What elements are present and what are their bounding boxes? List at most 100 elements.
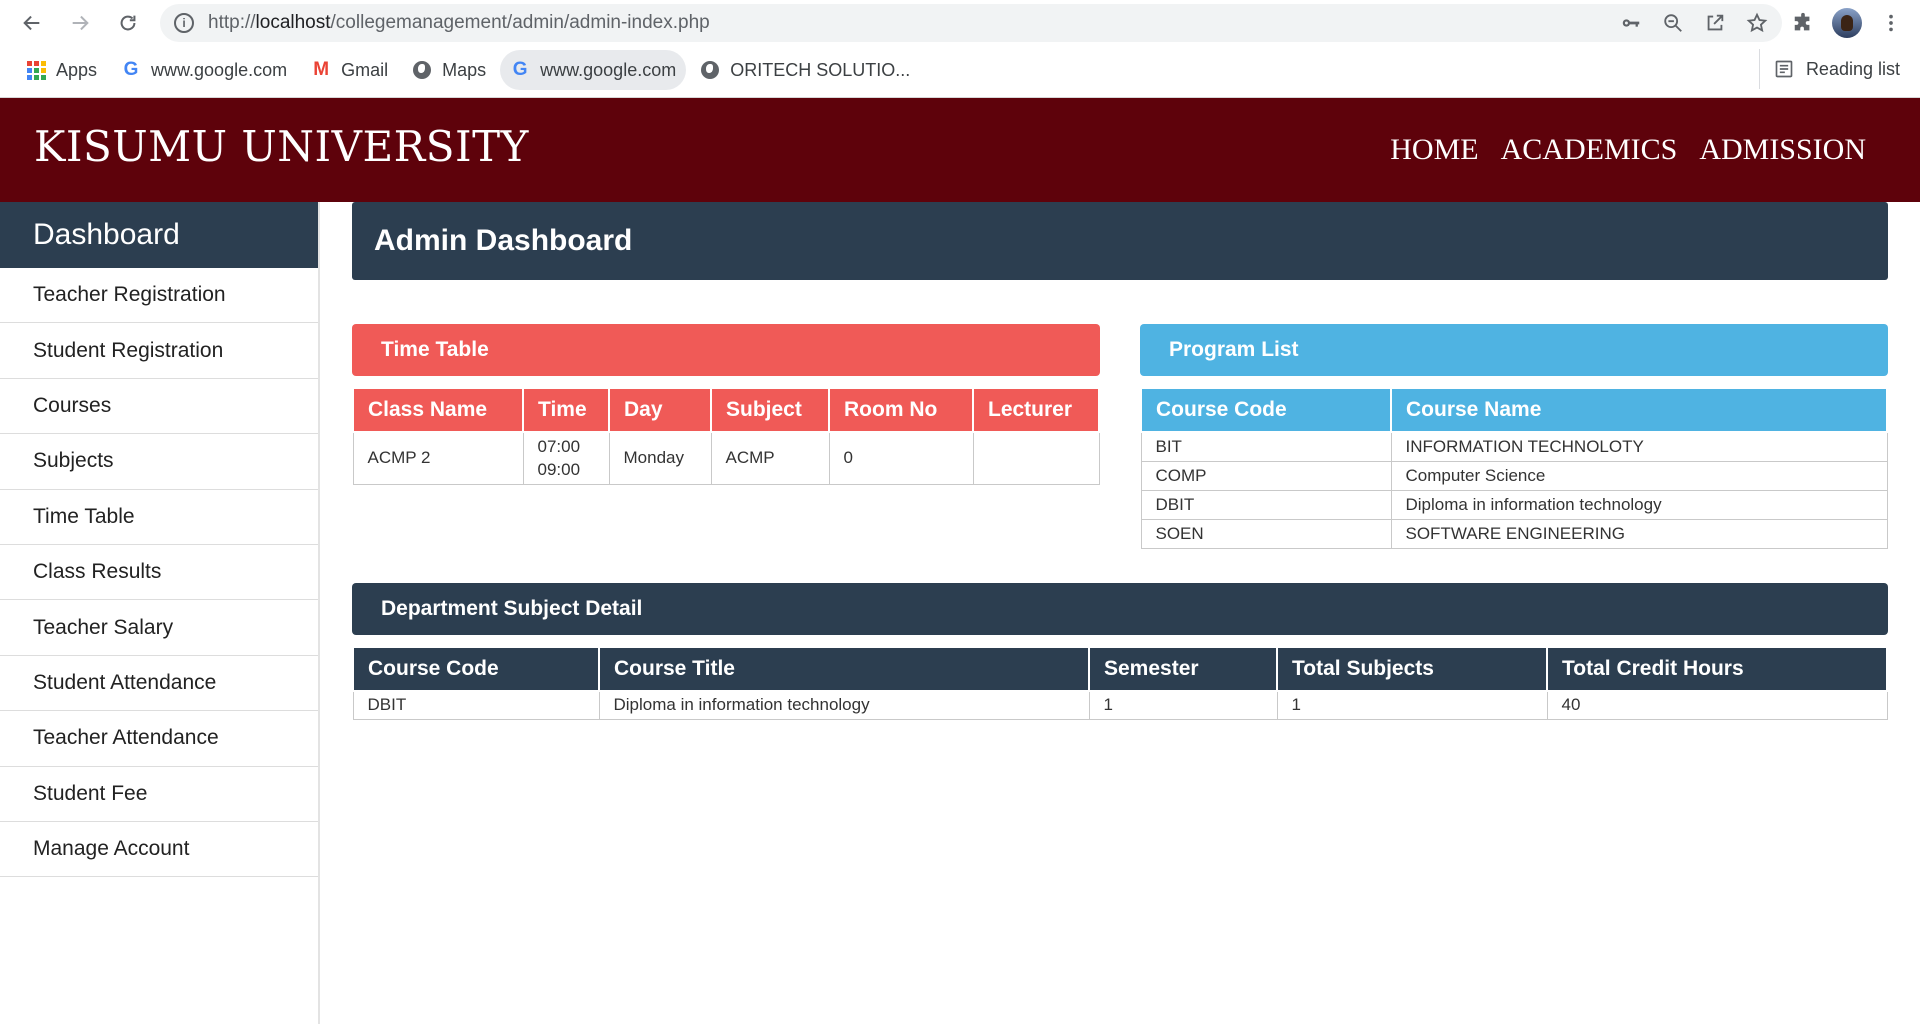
cell-course-title: Diploma in information technology xyxy=(598,690,1090,720)
site-nav: HOME ACADEMICS ADMISSION xyxy=(1390,133,1866,167)
bookmark-maps[interactable]: Maps xyxy=(402,50,496,90)
menu-dots-icon[interactable] xyxy=(1880,12,1902,34)
star-icon[interactable] xyxy=(1746,12,1768,34)
cell-course-name: SOFTWARE ENGINEERING xyxy=(1390,518,1888,549)
extensions-icon[interactable] xyxy=(1792,12,1814,34)
column-header: Lecturer xyxy=(972,387,1100,433)
cell-course-code: DBIT xyxy=(1140,489,1392,520)
column-header: Room No xyxy=(828,387,974,433)
sidebar-item-teacher-salary[interactable]: Teacher Salary xyxy=(0,600,318,656)
main-content: Admin Dashboard Time Table Class Name Ti… xyxy=(320,202,1920,1024)
program-list-panel: Program List Course Code Course Name BIT… xyxy=(1140,324,1888,549)
globe-icon xyxy=(700,60,720,80)
google-icon: G xyxy=(123,59,139,80)
sidebar-item-student-attendance[interactable]: Student Attendance xyxy=(0,656,318,712)
address-bar[interactable]: i http://localhost/collegemanagement/adm… xyxy=(160,3,1782,42)
sidebar: Dashboard Teacher Registration Student R… xyxy=(0,202,320,1024)
sidebar-menu: Teacher Registration Student Registratio… xyxy=(0,268,318,878)
timetable-table: Class Name Time Day Subject Room No Lect… xyxy=(352,387,1100,485)
table-row: ACMP 2 07:00 09:00 Monday ACMP 0 xyxy=(352,431,1100,485)
reload-button[interactable] xyxy=(108,3,148,43)
sidebar-item-manage-account[interactable]: Manage Account xyxy=(0,822,318,878)
cell-course-code: SOEN xyxy=(1140,518,1392,549)
cell-time: 07:00 09:00 xyxy=(522,431,610,485)
column-header: Course Code xyxy=(1140,387,1392,433)
program-list-table: Course Code Course Name BIT INFORMATION … xyxy=(1140,387,1888,549)
sidebar-item-class-results[interactable]: Class Results xyxy=(0,545,318,601)
bookmark-google[interactable]: G www.google.com xyxy=(111,50,297,90)
column-header: Class Name xyxy=(352,387,524,433)
globe-icon xyxy=(412,60,432,80)
cell-course-code: DBIT xyxy=(352,690,600,720)
nav-home-link[interactable]: HOME xyxy=(1390,133,1478,167)
bookmark-google-2[interactable]: G www.google.com xyxy=(500,50,687,90)
sidebar-item-courses[interactable]: Courses xyxy=(0,379,318,435)
sidebar-item-teacher-registration[interactable]: Teacher Registration xyxy=(0,268,318,324)
sidebar-title[interactable]: Dashboard xyxy=(0,202,318,268)
table-row: BIT INFORMATION TECHNOLOTY xyxy=(1140,431,1888,462)
table-row: COMP Computer Science xyxy=(1140,460,1888,491)
column-header: Total Subjects xyxy=(1276,645,1548,692)
table-row: SOEN SOFTWARE ENGINEERING xyxy=(1140,518,1888,549)
program-list-title: Program List xyxy=(1140,324,1888,376)
url-text[interactable]: http://localhost/collegemanagement/admin… xyxy=(208,12,1620,34)
apps-icon xyxy=(26,60,46,80)
timetable-title: Time Table xyxy=(352,324,1100,376)
timetable-panel: Time Table Class Name Time Day Subject R… xyxy=(352,324,1100,549)
site-header: KISUMU UNIVERSITY HOME ACADEMICS ADMISSI… xyxy=(0,98,1920,202)
cell-day: Monday xyxy=(608,431,712,485)
google-icon: G xyxy=(512,59,528,80)
cell-subject: ACMP xyxy=(710,431,830,485)
sidebar-item-student-fee[interactable]: Student Fee xyxy=(0,767,318,822)
bookmark-oritech[interactable]: ORITECH SOLUTIO... xyxy=(690,50,920,90)
column-header: Time xyxy=(522,387,610,433)
cell-total-subjects: 1 xyxy=(1276,690,1548,720)
sidebar-item-teacher-attendance[interactable]: Teacher Attendance xyxy=(0,711,318,767)
table-row: DBIT Diploma in information technology 1… xyxy=(352,690,1888,720)
column-header: Course Code xyxy=(352,645,600,692)
info-icon[interactable]: i xyxy=(174,12,194,33)
column-header: Day xyxy=(608,387,712,433)
key-icon[interactable] xyxy=(1620,12,1642,34)
profile-avatar[interactable] xyxy=(1832,7,1862,38)
browser-toolbar: i http://localhost/collegemanagement/adm… xyxy=(0,0,1920,45)
reload-icon xyxy=(120,15,136,30)
reading-list-icon xyxy=(1775,60,1793,78)
cell-room: 0 xyxy=(828,431,974,485)
browser-chrome: i http://localhost/collegemanagement/adm… xyxy=(0,0,1920,98)
cell-semester: 1 xyxy=(1088,690,1278,720)
cell-class-name: ACMP 2 xyxy=(352,431,524,485)
page-title: Admin Dashboard xyxy=(352,202,1888,280)
column-header: Course Name xyxy=(1390,387,1888,433)
arrow-left-icon xyxy=(23,15,40,30)
column-header: Course Title xyxy=(598,645,1090,692)
reading-list-button[interactable]: Reading list xyxy=(1758,49,1900,89)
cell-course-name: Computer Science xyxy=(1390,460,1888,491)
department-subject-panel: Department Subject Detail Course Code Co… xyxy=(352,582,1888,720)
site-title[interactable]: KISUMU UNIVERSITY xyxy=(34,122,529,171)
nav-academics-link[interactable]: ACADEMICS xyxy=(1501,133,1678,167)
sidebar-item-time-table[interactable]: Time Table xyxy=(0,490,318,545)
sidebar-item-subjects[interactable]: Subjects xyxy=(0,434,318,490)
cell-total-credit-hours: 40 xyxy=(1546,690,1888,720)
arrow-right-icon xyxy=(72,15,89,30)
nav-admission-link[interactable]: ADMISSION xyxy=(1699,133,1866,167)
cell-course-code: BIT xyxy=(1140,431,1392,462)
table-row: DBIT Diploma in information technology xyxy=(1140,489,1888,520)
cell-course-name: INFORMATION TECHNOLOTY xyxy=(1390,431,1888,462)
column-header: Subject xyxy=(710,387,830,433)
department-subject-table: Course Code Course Title Semester Total … xyxy=(352,645,1888,720)
back-button[interactable] xyxy=(12,3,52,43)
gmail-icon: M xyxy=(313,59,330,80)
cell-lecturer xyxy=(972,431,1100,485)
share-icon[interactable] xyxy=(1704,12,1726,34)
bookmark-gmail[interactable]: M Gmail xyxy=(301,50,398,90)
bookmark-apps[interactable]: Apps xyxy=(16,50,107,90)
zoom-out-icon[interactable] xyxy=(1662,12,1684,34)
forward-button[interactable] xyxy=(60,3,100,43)
sidebar-item-student-registration[interactable]: Student Registration xyxy=(0,323,318,379)
cell-course-name: Diploma in information technology xyxy=(1390,489,1888,520)
column-header: Semester xyxy=(1088,645,1278,692)
cell-course-code: COMP xyxy=(1140,460,1392,491)
department-subject-title: Department Subject Detail xyxy=(352,582,1888,635)
